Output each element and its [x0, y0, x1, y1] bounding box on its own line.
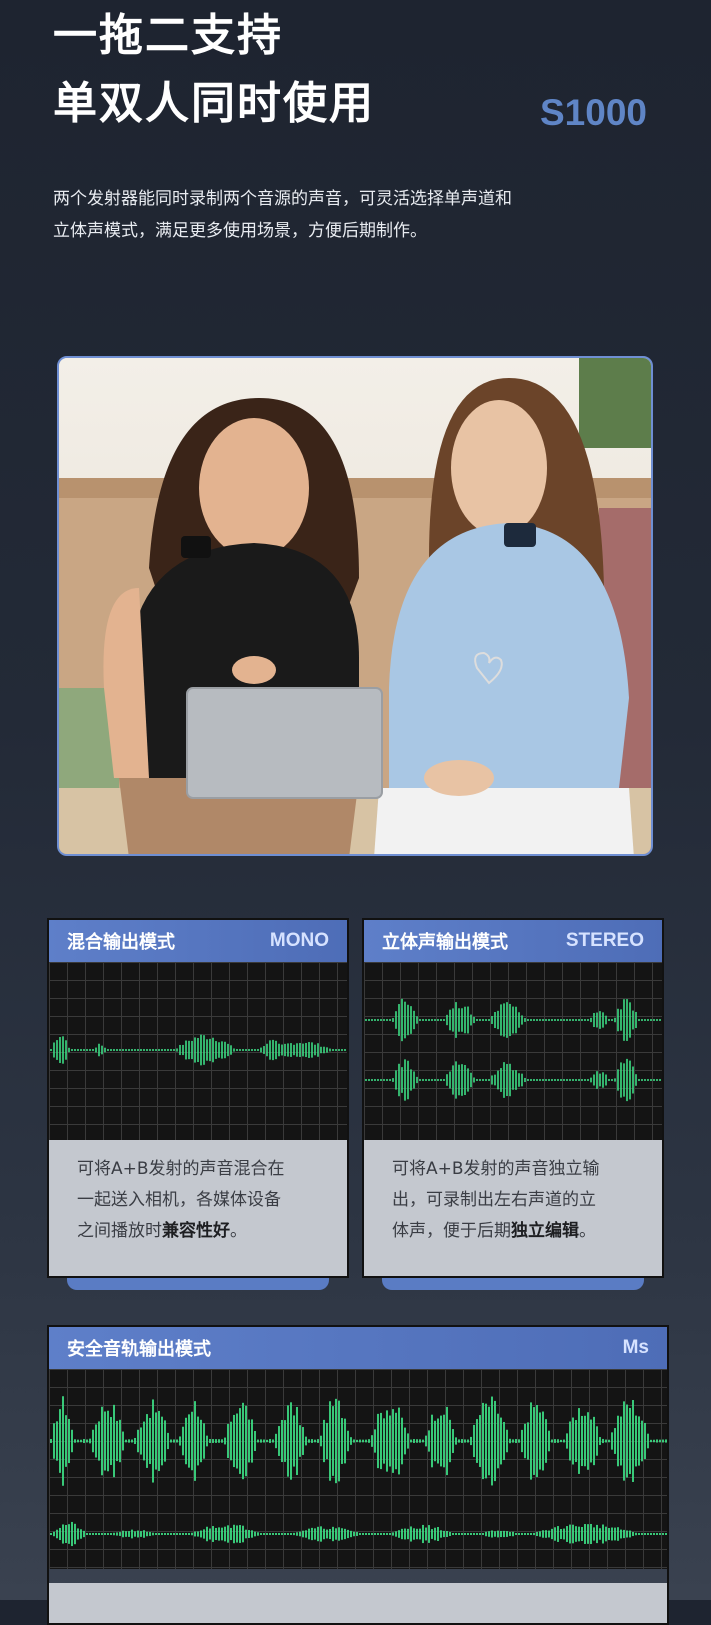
- waveform-svg: [50, 1396, 667, 1547]
- card-text-prefix: 体声，便于后期: [392, 1221, 511, 1241]
- card-text-line-2: 出，可录制出左右声道的立: [392, 1190, 596, 1210]
- card-text-highlight: 独立编辑: [511, 1221, 579, 1241]
- mono-mode-card: 混合输出模式 MONO 可将A+B发射的声音混合在 一起送入相机，各媒体设备 之…: [47, 918, 349, 1290]
- card-text-line-3: 之间播放时兼容性好。: [77, 1216, 321, 1247]
- model-name: S1000: [540, 92, 647, 133]
- card-text-line-1: 可将A+B发射的声音混合在: [77, 1159, 285, 1179]
- card-badge: MONO: [269, 930, 329, 951]
- card-description: 可将A+B发射的声音混合在 一起送入相机，各媒体设备 之间播放时兼容性好。: [49, 1140, 347, 1276]
- card-description: 可将A+B发射的声音独立输 出，可录制出左右声道的立 体声，便于后期独立编辑。: [364, 1140, 662, 1276]
- headline-line-2: 单双人同时使用: [53, 78, 375, 129]
- headline-line-1: 一拖二支持: [53, 10, 283, 61]
- waveform-svg: [365, 998, 661, 1102]
- card-title: 立体声输出模式: [382, 932, 508, 953]
- card-text-line-3: 体声，便于后期独立编辑。: [392, 1216, 636, 1247]
- card-text-suffix: 。: [230, 1221, 247, 1241]
- card-body: 安全音轨输出模式 Ms: [47, 1325, 669, 1625]
- card-text-line-2: 一起送入相机，各媒体设备: [77, 1190, 281, 1210]
- card-body: 立体声输出模式 STEREO 可将A+B发射的声音独立输 出，可录制出左右声道的…: [362, 918, 664, 1278]
- waveform-svg: [50, 1034, 346, 1066]
- description: 两个发射器能同时录制两个音源的声音，可灵活选择单声道和 立体声模式，满足更多使用…: [53, 183, 653, 247]
- card-text-prefix: 之间播放时: [77, 1221, 162, 1241]
- card-header: 安全音轨输出模式 Ms: [49, 1327, 667, 1369]
- product-photo: [57, 356, 653, 856]
- description-line-2: 立体声模式，满足更多使用场景，方便后期制作。: [53, 221, 427, 241]
- description-line-1: 两个发射器能同时录制两个音源的声音，可灵活选择单声道和: [53, 189, 512, 209]
- mono-waveform: [49, 962, 347, 1144]
- safety-track-waveform: [49, 1369, 667, 1569]
- card-title: 安全音轨输出模式: [67, 1339, 211, 1360]
- card-badge: Ms: [622, 1337, 649, 1358]
- safety-track-mode-card: 安全音轨输出模式 Ms: [47, 1325, 669, 1625]
- card-header: 立体声输出模式 STEREO: [364, 920, 662, 962]
- card-body: 混合输出模式 MONO 可将A+B发射的声音混合在 一起送入相机，各媒体设备 之…: [47, 918, 349, 1278]
- card-description: [49, 1583, 667, 1623]
- stereo-mode-card: 立体声输出模式 STEREO 可将A+B发射的声音独立输 出，可录制出左右声道的…: [362, 918, 664, 1290]
- stereo-waveform: [364, 962, 662, 1144]
- card-title: 混合输出模式: [67, 932, 175, 953]
- card-text-highlight: 兼容性好: [162, 1221, 230, 1241]
- card-text-suffix: 。: [579, 1221, 596, 1241]
- card-text-line-1: 可将A+B发射的声音独立输: [392, 1159, 600, 1179]
- card-header: 混合输出模式 MONO: [49, 920, 347, 962]
- card-badge: STEREO: [565, 930, 644, 951]
